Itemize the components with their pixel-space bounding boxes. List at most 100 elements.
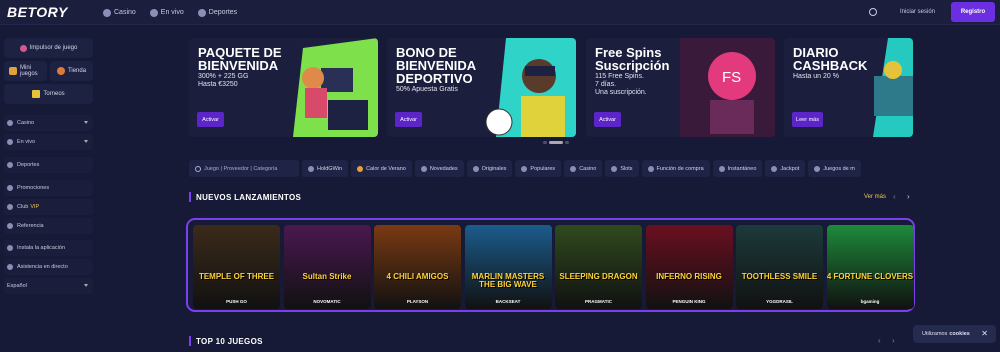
chip-holdgwin[interactable]: HoldGWin (302, 160, 349, 177)
cart-icon (647, 165, 654, 172)
user-icon (7, 223, 13, 229)
game-tile[interactable]: Sultan Strike NOVOMATIC (283, 225, 371, 309)
fire-icon (521, 165, 528, 172)
sidebar-item-install[interactable]: Instala la aplicación (4, 240, 93, 256)
language-select[interactable]: Español (4, 278, 93, 294)
game-tile[interactable]: SLEEPING DRAGON PRAGMATIC (555, 225, 642, 309)
sidebar-item-support[interactable]: Asistencia en directo (4, 259, 93, 275)
phone-icon (7, 245, 13, 251)
bolt-icon (718, 165, 725, 172)
carousel-dot[interactable] (543, 141, 547, 144)
game-provider: PLAYSON (406, 299, 429, 304)
game-tile[interactable]: 4 FORTUNE CLOVERS bgaming (826, 225, 914, 309)
chevron-down-icon (84, 140, 88, 145)
sidebar-item-live[interactable]: En vivo (4, 134, 93, 150)
chip-summer[interactable]: Calor de Verano (351, 160, 412, 177)
register-button[interactable]: Registro (951, 2, 995, 22)
banner-sub: 50% Apuesta Gratis (396, 86, 458, 93)
chip-instant[interactable]: Instantáneo (712, 160, 763, 177)
banner-title: BONO DE BIENVENIDA DEPORTIVO (396, 45, 476, 86)
carousel-dot-active[interactable] (549, 141, 563, 144)
banner-cashback[interactable]: DIARIO CASHBACK Hasta un 20 % Leer más (784, 38, 913, 137)
games-icon (814, 165, 821, 172)
game-tile[interactable]: 4 CHILI AMIGOS PLAYSON (374, 225, 461, 309)
tournaments-button[interactable]: Torneos (4, 84, 93, 104)
chip-popular[interactable]: Populares (515, 160, 562, 177)
rocket-icon (420, 165, 427, 172)
gamer-illustration (293, 38, 378, 137)
ball-icon (197, 8, 206, 17)
activate-button[interactable]: Activar (395, 112, 422, 127)
game-tile[interactable]: TOOTHLESS SMILE YGGDRASIL (736, 225, 823, 309)
shop-button[interactable]: Tienda (50, 61, 93, 81)
chip-originals[interactable]: Originales (466, 160, 513, 177)
top-bar: BETORY Casino En vivo Deportes Iniciar s… (0, 0, 1000, 25)
section-title-new: NUEVOS LANZAMIENTOS (189, 192, 301, 202)
booster-icon (19, 44, 27, 52)
sidebar-item-club[interactable]: Club VIP (4, 199, 93, 215)
chip-buy-feature[interactable]: Función de compra (641, 160, 710, 177)
section-title-top10: TOP 10 JUEGOS (189, 336, 263, 346)
live-icon (7, 139, 13, 145)
game-tile[interactable]: TEMPLE OF THREE PUSH GO (193, 225, 280, 309)
carousel-dot[interactable] (565, 141, 569, 144)
booster-button[interactable]: Impulsor de juego (4, 38, 93, 58)
nav-live[interactable]: En vivo (149, 8, 184, 17)
svg-text:FS: FS (722, 69, 741, 86)
chevron-right-icon[interactable]: › (892, 336, 895, 345)
game-title: 4 CHILI AMIGOS (386, 272, 449, 281)
chevron-right-icon[interactable]: › (907, 192, 910, 201)
game-provider: PRAGMATIC (585, 299, 612, 304)
chip-slots[interactable]: Slots (605, 160, 639, 177)
close-icon[interactable]: ✕ (981, 329, 988, 338)
game-title: INFERNO RISING (656, 272, 722, 281)
carousel-dots (543, 141, 569, 144)
sidebar-item-promotions[interactable]: Promociones (4, 180, 93, 196)
game-title: SLEEPING DRAGON (559, 272, 638, 281)
chip-jackpot[interactable]: Jackpot (765, 160, 806, 177)
chevron-left-icon[interactable]: ‹ (878, 336, 881, 345)
crown-icon (7, 204, 13, 210)
nav-casino[interactable]: Casino (103, 8, 136, 17)
game-provider: PENGUIN KING (672, 299, 706, 304)
chip-casino[interactable]: Casino (564, 160, 603, 177)
see-more-link[interactable]: Ver más (864, 194, 886, 200)
game-tile[interactable]: INFERNO RISING PENGUIN KING (645, 225, 733, 309)
banner-welcome[interactable]: PAQUETE DE BIENVENIDA 300% + 225 GG Hasta… (189, 38, 378, 137)
banner-sports[interactable]: BONO DE BIENVENIDA DEPORTIVO 50% Apuesta… (387, 38, 576, 137)
dice-icon (9, 67, 17, 75)
shop-icon (56, 67, 65, 75)
activate-button[interactable]: Activar (197, 112, 224, 127)
chevron-down-icon (84, 284, 88, 289)
new-releases-carousel: TEMPLE OF THREE PUSH GO Sultan Strike NOVOM… (186, 218, 915, 312)
chevron-left-icon[interactable]: ‹ (893, 192, 896, 201)
login-link[interactable]: Iniciar sesión (900, 9, 935, 15)
b-icon (472, 165, 479, 172)
nav-sports[interactable]: Deportes (197, 8, 237, 17)
chip-new[interactable]: Novedades (414, 160, 464, 177)
gift-icon (7, 185, 13, 191)
sidebar-item-casino[interactable]: Casino (4, 115, 93, 131)
banner-title: DIARIO CASHBACK (793, 45, 868, 73)
banner-freespins[interactable]: FS Free Spins Suscripción 115 Free Spins… (586, 38, 775, 137)
game-provider: bgaming (860, 299, 880, 304)
game-tile[interactable]: MARLIN MASTERS THE BIG WAVE BACKSEAT (464, 225, 552, 309)
game-provider: BACKSEAT (495, 299, 521, 304)
logo[interactable]: BETORY (7, 4, 68, 20)
read-more-button[interactable]: Leer más (792, 112, 823, 127)
slot-machine-illustration: FS (680, 38, 775, 137)
activate-button[interactable]: Activar (594, 112, 621, 127)
mini-games-button[interactable]: Mini juegos (4, 61, 47, 81)
search-icon[interactable] (869, 8, 877, 16)
sidebar-item-referral[interactable]: Referencia (4, 218, 93, 234)
chip-more-games[interactable]: Juegos de m (808, 160, 861, 177)
game-search-input[interactable]: Juego | Proveedor | Categoría (189, 160, 299, 177)
jackpot-icon (771, 165, 778, 172)
chip-icon (7, 120, 13, 126)
search-icon (195, 165, 201, 172)
game-title: 4 FORTUNE CLOVERS (826, 272, 914, 281)
game-provider: NOVOMATIC (313, 299, 341, 304)
banner-title: PAQUETE DE BIENVENIDA (198, 45, 282, 73)
sidebar-item-sports[interactable]: Deportes (4, 157, 93, 173)
game-title: MARLIN MASTERS THE BIG WAVE (471, 272, 545, 289)
